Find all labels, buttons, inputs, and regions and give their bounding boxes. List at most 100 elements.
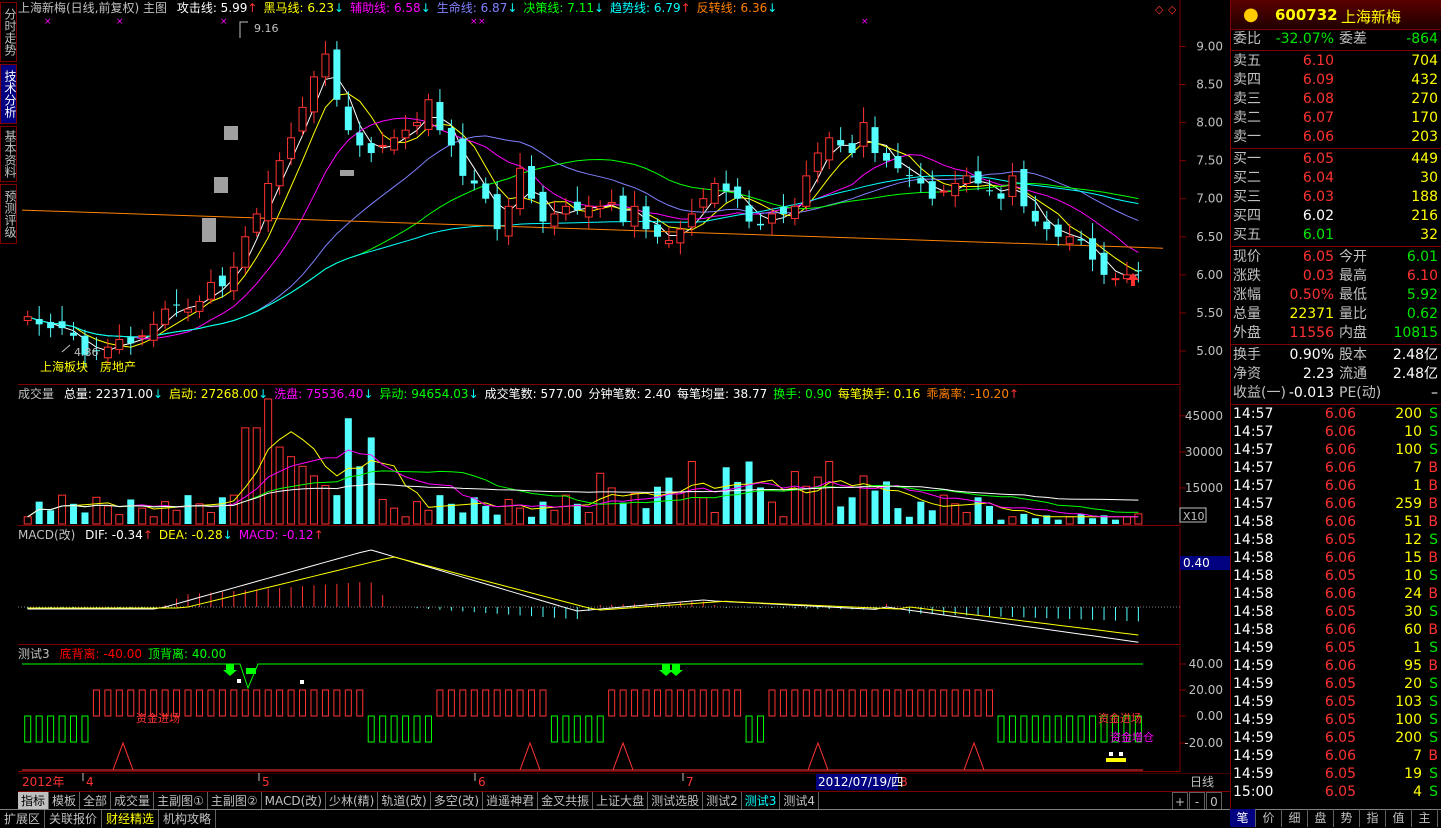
candle-body xyxy=(1043,221,1051,230)
indicator-tab-12[interactable]: 上证大盘 xyxy=(593,792,649,809)
t3-red-bar xyxy=(974,689,982,717)
t3-red-bar xyxy=(871,689,879,717)
indicator-tabs: 指标 模板 全部 成交量 主副图① 主副图② MACD(改) 少林(精) 轨道(改) 多空(改) 逍… xyxy=(18,791,1230,812)
indicator-tab-8[interactable]: 轨道(改) xyxy=(378,792,431,809)
macd-pane[interactable]: MACD(改) DIF: -0.34↑ DEA: -0.28↓ MACD: -0.1… xyxy=(18,527,1230,645)
quote-view-tab-1[interactable]: 价 xyxy=(1256,809,1282,827)
volume-chart[interactable]: 45000 30000 15000 X10 xyxy=(18,386,1230,526)
indicator-tab-0[interactable]: 指标 xyxy=(18,792,50,809)
quote-view-tab-3[interactable]: 盘 xyxy=(1308,809,1334,827)
volume-pane[interactable]: 成交量 总量: 22371.00↓ 启动: 27268.00↓ 洗盘: 75536.… xyxy=(18,386,1223,526)
quote-view-tab-6[interactable]: 值 xyxy=(1386,809,1412,827)
indicator-tab-16[interactable]: 测试4 xyxy=(780,792,820,809)
volume-bar xyxy=(367,437,375,524)
indicator-tab-2[interactable]: 全部 xyxy=(80,792,112,809)
indicator-tab-11[interactable]: 金叉共振 xyxy=(538,792,594,809)
candle-body xyxy=(619,195,627,222)
candle-body xyxy=(779,207,787,214)
indicator-tab-6[interactable]: MACD(改) xyxy=(262,792,326,809)
candle-body xyxy=(790,205,799,220)
vol-tick-label: 30000 xyxy=(1185,445,1223,459)
stat-label: 量比 xyxy=(1339,306,1367,322)
side-tab-0[interactable]: 分时走势 xyxy=(0,2,17,62)
t3-red-bar xyxy=(241,689,249,717)
candle-body xyxy=(356,132,364,146)
candle-body xyxy=(710,182,719,204)
indicator-tab-1[interactable]: 模板 xyxy=(49,792,81,809)
candle-body xyxy=(687,213,696,228)
indicator-tab-3[interactable]: 成交量 xyxy=(111,792,155,809)
t3-red-bar xyxy=(653,689,661,717)
volume-ma-line xyxy=(27,470,1139,518)
indicator-tab-15[interactable]: 测试3 xyxy=(742,792,781,809)
stat-value: 11556 xyxy=(1289,325,1334,341)
main-chart-pane[interactable]: 上海新梅(日线,前复权) 主图 攻击线: 5.99↑ 黑马线: 6.23↓ 辅助线:… xyxy=(18,0,1230,385)
tick-time: 14:59 xyxy=(1233,766,1274,782)
volume-bar xyxy=(757,487,765,524)
tick-price: 6.06 xyxy=(1324,514,1356,530)
candle-body xyxy=(894,156,902,169)
tick-side: S xyxy=(1429,424,1438,440)
quote-view-tab-7[interactable]: 主 xyxy=(1412,809,1438,827)
bid-row: 买三 6.03 188 xyxy=(1231,188,1441,207)
ask-label: 卖四 xyxy=(1233,72,1261,88)
quote-header: 600732 上海新梅 ● xyxy=(1231,0,1441,30)
candle-body xyxy=(539,191,547,222)
volume-bar xyxy=(413,501,422,525)
volume-bar xyxy=(333,495,341,524)
status-tab-2[interactable]: 财经精选 xyxy=(102,810,160,828)
stat-value: 10815 xyxy=(1393,325,1438,341)
candle-body xyxy=(298,106,307,132)
candlestick-chart[interactable]: 9.00 8.50 8.00 7.50 7.00 6.50 6.00 5.50 5.00 9.16… xyxy=(18,0,1230,385)
stat-value: 5.92 xyxy=(1406,287,1438,303)
volume-bar xyxy=(47,510,55,524)
t3-red-bar xyxy=(642,689,650,717)
low-price-label: 4.86 xyxy=(74,346,99,359)
status-tab-0[interactable]: 扩展区 xyxy=(0,810,46,828)
volume-bar xyxy=(699,497,708,525)
t3-red-bar xyxy=(688,689,696,717)
tick-time: 14:58 xyxy=(1233,586,1274,602)
indicator-tab-10[interactable]: 逍遥神君 xyxy=(483,792,539,809)
quote-view-tab-5[interactable]: 指 xyxy=(1360,809,1386,827)
quote-view-tab-0[interactable]: 笔 xyxy=(1230,809,1256,827)
ask-price: 6.10 xyxy=(1302,53,1334,69)
indicator-tab-7[interactable]: 少林(精) xyxy=(326,792,379,809)
indicator-tab-5[interactable]: 主副图② xyxy=(208,792,262,809)
test3-pane[interactable]: 测试3 底背离: -40.00 顶背离: 40.00 40.00 20.00 0.00… xyxy=(18,646,1223,772)
volume-bar xyxy=(539,501,547,524)
stat-label: 换手 xyxy=(1233,347,1261,363)
macd-chart[interactable]: 0.40 xyxy=(18,527,1230,645)
side-tab-1[interactable]: 技术分析 xyxy=(0,64,17,124)
bid-price: 6.04 xyxy=(1302,170,1334,186)
t3-green-bar xyxy=(424,715,432,743)
tick-volume: 30 xyxy=(1404,604,1422,620)
sector-label: 上海板块 xyxy=(40,359,88,374)
side-tab-2[interactable]: 基本资料 xyxy=(0,126,17,182)
tick-volume: 200 xyxy=(1395,406,1422,422)
candle-body xyxy=(962,175,971,184)
quote-view-tab-2[interactable]: 细 xyxy=(1282,809,1308,827)
tick-time: 14:58 xyxy=(1233,622,1274,638)
volume-bar xyxy=(894,508,902,524)
candle-body xyxy=(149,323,158,341)
indicator-tab-13[interactable]: 测试选股 xyxy=(648,792,704,809)
tick-time: 14:59 xyxy=(1233,658,1274,674)
side-tab-3[interactable]: 预测评级 xyxy=(0,184,17,244)
indicator-tab-4[interactable]: 主副图① xyxy=(154,792,208,809)
tick-volume: 12 xyxy=(1404,532,1422,548)
test3-chart[interactable]: 40.00 20.00 0.00 -20.00 资金进场 资金进场资金增仓 xyxy=(18,646,1230,772)
status-tab-1[interactable]: 关联报价 xyxy=(45,810,103,828)
candle-body xyxy=(1111,278,1120,281)
status-tab-3[interactable]: 机构攻略 xyxy=(159,810,217,828)
quote-view-tab-4[interactable]: 势 xyxy=(1334,809,1360,827)
volume-bar xyxy=(401,516,410,525)
stat-label: 净资 xyxy=(1233,366,1261,382)
tick-row: 14:59 6.05 1 S xyxy=(1231,639,1441,657)
indicator-tab-9[interactable]: 多空(改) xyxy=(431,792,484,809)
indicator-tab-14[interactable]: 测试2 xyxy=(703,792,742,809)
tick-price: 6.06 xyxy=(1324,478,1356,494)
stat-label: 股本 xyxy=(1339,347,1367,363)
candle-body xyxy=(206,281,215,300)
tick-price: 6.05 xyxy=(1324,676,1356,692)
